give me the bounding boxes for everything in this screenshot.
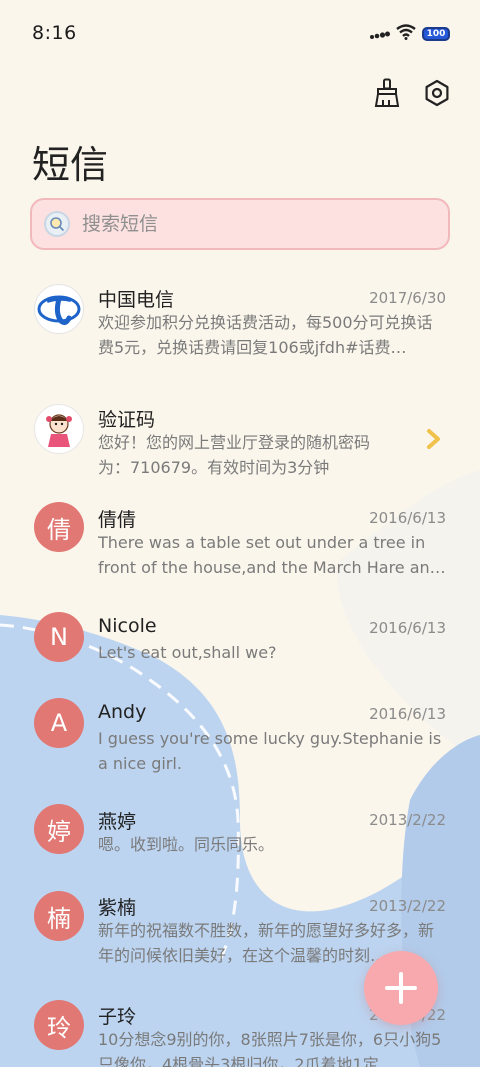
contact-name: 子玲 [98, 1006, 137, 1028]
avatar: 婷 [34, 804, 84, 854]
status-icons: 100 [370, 24, 450, 44]
search-bar[interactable] [30, 198, 450, 250]
message-date: 2016/6/13 [369, 619, 446, 637]
cartoon-girl-avatar [34, 404, 84, 454]
contact-name: Nicole [98, 615, 157, 637]
signal-dots-icon [370, 25, 390, 44]
status-time: 8:16 [32, 22, 77, 44]
avatar: 楠 [34, 891, 84, 941]
message-date: 2016/6/13 [369, 509, 446, 527]
message-row[interactable]: 验证码 您好！您的网上营业厅登录的随机密码为：710679。有效时间为3分钟 [0, 380, 480, 480]
contact-name: Andy [98, 701, 147, 723]
top-toolbar [370, 76, 454, 110]
new-message-button[interactable] [364, 951, 438, 1025]
page-title: 短信 [32, 143, 109, 187]
plus-icon [385, 972, 417, 1004]
message-preview: 您好！您的网上营业厅登录的随机密码为：710679。有效时间为3分钟 [98, 433, 371, 477]
message-preview: 10分想念9别的你，8张照片7张是你，6只小狗5只像你，4根骨头3根归你，2爪着… [98, 1030, 442, 1067]
message-preview: I guess you're some lucky guy.Stephanie … [98, 729, 442, 773]
battery-icon: 100 [422, 27, 450, 41]
contact-name: 中国电信 [98, 289, 175, 311]
message-preview: Let's eat out,shall we? [98, 643, 277, 662]
broom-icon[interactable] [370, 76, 404, 110]
avatar: N [34, 612, 84, 662]
avatar: 玲 [34, 1000, 84, 1050]
message-row[interactable]: 中国电信 2017/6/30 欢迎参加积分兑换话费活动，每500分可兑换话费5元… [0, 270, 480, 370]
message-preview: 嗯。收到啦。同乐同乐。 [98, 835, 275, 854]
message-date: 2016/6/13 [369, 705, 446, 723]
message-preview: 欢迎参加积分兑换话费活动，每500分可兑换话费5元，兑换话费请回复106或jfd… [98, 313, 433, 357]
message-date: 2013/2/22 [369, 897, 446, 915]
search-mascot-icon [44, 211, 70, 237]
message-preview: There was a table set out under a tree i… [98, 533, 446, 577]
avatar: A [34, 698, 84, 748]
message-row[interactable]: N Nicole 2016/6/13 Let's eat out,shall w… [0, 600, 480, 700]
contact-name: 验证码 [98, 409, 156, 431]
message-row[interactable]: 婷 燕婷 2013/2/22 嗯。收到啦。同乐同乐。 [0, 796, 480, 896]
china-telecom-logo [34, 284, 84, 334]
contact-name: 倩倩 [98, 509, 137, 531]
chevron-right-icon [427, 429, 440, 449]
contact-name: 燕婷 [98, 811, 137, 833]
message-row[interactable]: 倩 倩倩 2016/6/13 There was a table set out… [0, 490, 480, 590]
status-bar: 8:16 100 [0, 0, 480, 68]
search-input[interactable] [82, 213, 422, 235]
settings-gear-icon[interactable] [420, 76, 454, 110]
message-date: 2017/6/30 [369, 289, 446, 307]
avatar: 倩 [34, 502, 84, 552]
message-date: 2013/2/22 [369, 811, 446, 829]
wifi-icon [396, 24, 416, 44]
message-row[interactable]: A Andy 2016/6/13 I guess you're some luc… [0, 686, 480, 786]
contact-name: 紫楠 [98, 897, 137, 919]
